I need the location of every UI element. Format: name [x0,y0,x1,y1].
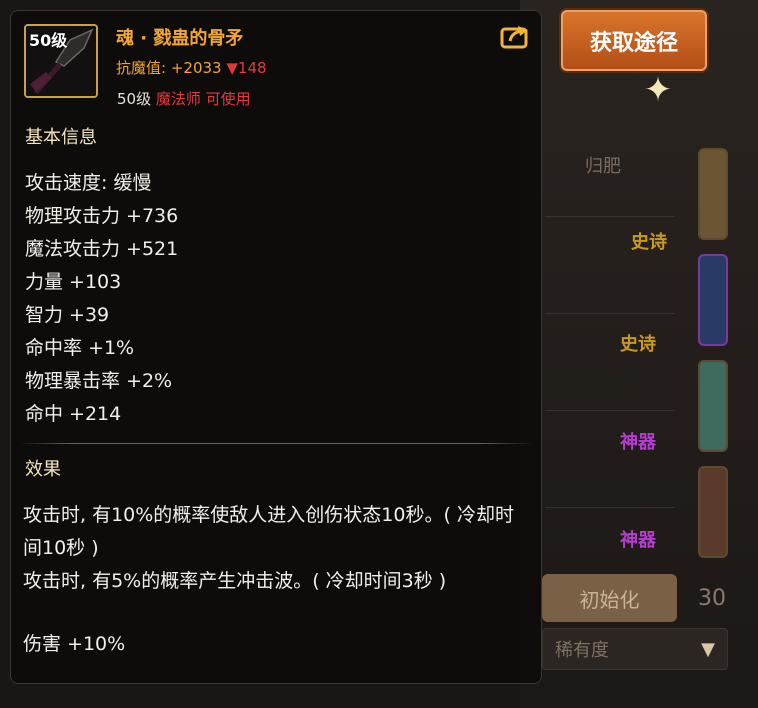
chevron-down-icon: ▼ [701,639,715,660]
bg-item-thumbnail[interactable] [698,148,728,240]
reset-button[interactable]: 初始化 [542,574,677,622]
item-name: 魂 · 戮蛊的骨矛 [116,28,244,49]
stat-attack-speed: 攻击速度: 缓慢 [25,172,152,194]
share-icon[interactable] [500,23,530,49]
stat-hit-rate: 命中率 +1% [25,337,135,359]
bg-count: 30 [698,586,726,611]
basic-info-title: 基本信息 [25,127,97,148]
req-level: 50级 [117,90,152,108]
effect-text: 攻击时, 有10%的概率使敌人进入创伤状态10秒。( 冷却时间10秒 ) 攻击时… [23,499,523,598]
rarity-dropdown[interactable]: 稀有度 ▼ [542,628,728,670]
bg-rarity-tag: 神器 [620,530,656,551]
stat-list: 攻击速度: 缓慢 物理攻击力 +736 魔法攻击力 +521 力量 +103 智… [25,167,178,431]
bg-list-item[interactable]: 史诗 [545,120,675,253]
sparkle-icon: ✦ [643,70,673,110]
bg-list-item[interactable] [545,314,675,411]
rarity-dropdown-label: 稀有度 [555,640,609,661]
req-class: 魔法师 可使用 [155,90,251,108]
item-icon: 50级 [24,24,98,98]
acquire-route-button[interactable]: 获取途径 [561,10,707,71]
stat-intelligence: 智力 +39 [25,304,110,326]
bg-list-item[interactable] [545,411,675,508]
stat-physical-crit: 物理暴击率 +2% [25,370,173,392]
stat-magic-attack: 魔法攻击力 +521 [25,238,179,260]
effect-line: 攻击时, 有5%的概率产生冲击波。( 冷却时间3秒 ) [23,570,447,592]
effect-line: 攻击时, 有10%的概率使敌人进入创伤状态10秒。( 冷却时间10秒 ) [23,504,514,559]
resist-line: 抗魔值: +2033 ▼148 [116,57,267,78]
requirement-line: 50级 魔法师 可使用 [117,88,251,109]
bg-rarity-tag: 史诗 [620,334,656,355]
effect-title: 效果 [25,459,61,480]
bg-item-thumbnail[interactable] [698,254,728,346]
resist-label: 抗魔值: [116,59,171,77]
resist-value: +2033 [170,59,222,77]
section-divider [19,443,533,444]
resist-delta: ▼148 [226,59,267,77]
stat-accuracy: 命中 +214 [25,403,122,425]
stat-physical-attack: 物理攻击力 +736 [25,205,179,227]
item-tooltip: 50级 魂 · 戮蛊的骨矛 抗魔值: +2033 ▼148 50级 魔法师 可使… [10,10,542,684]
damage-bonus: 伤害 +10% [23,633,126,655]
bg-item-thumbnail[interactable] [698,360,728,452]
bg-list-item[interactable] [545,217,675,314]
stat-strength: 力量 +103 [25,271,122,293]
bg-rarity-tag: 神器 [620,432,656,453]
bg-item-thumbnail[interactable] [698,466,728,558]
item-level-badge: 50级 [29,31,68,50]
